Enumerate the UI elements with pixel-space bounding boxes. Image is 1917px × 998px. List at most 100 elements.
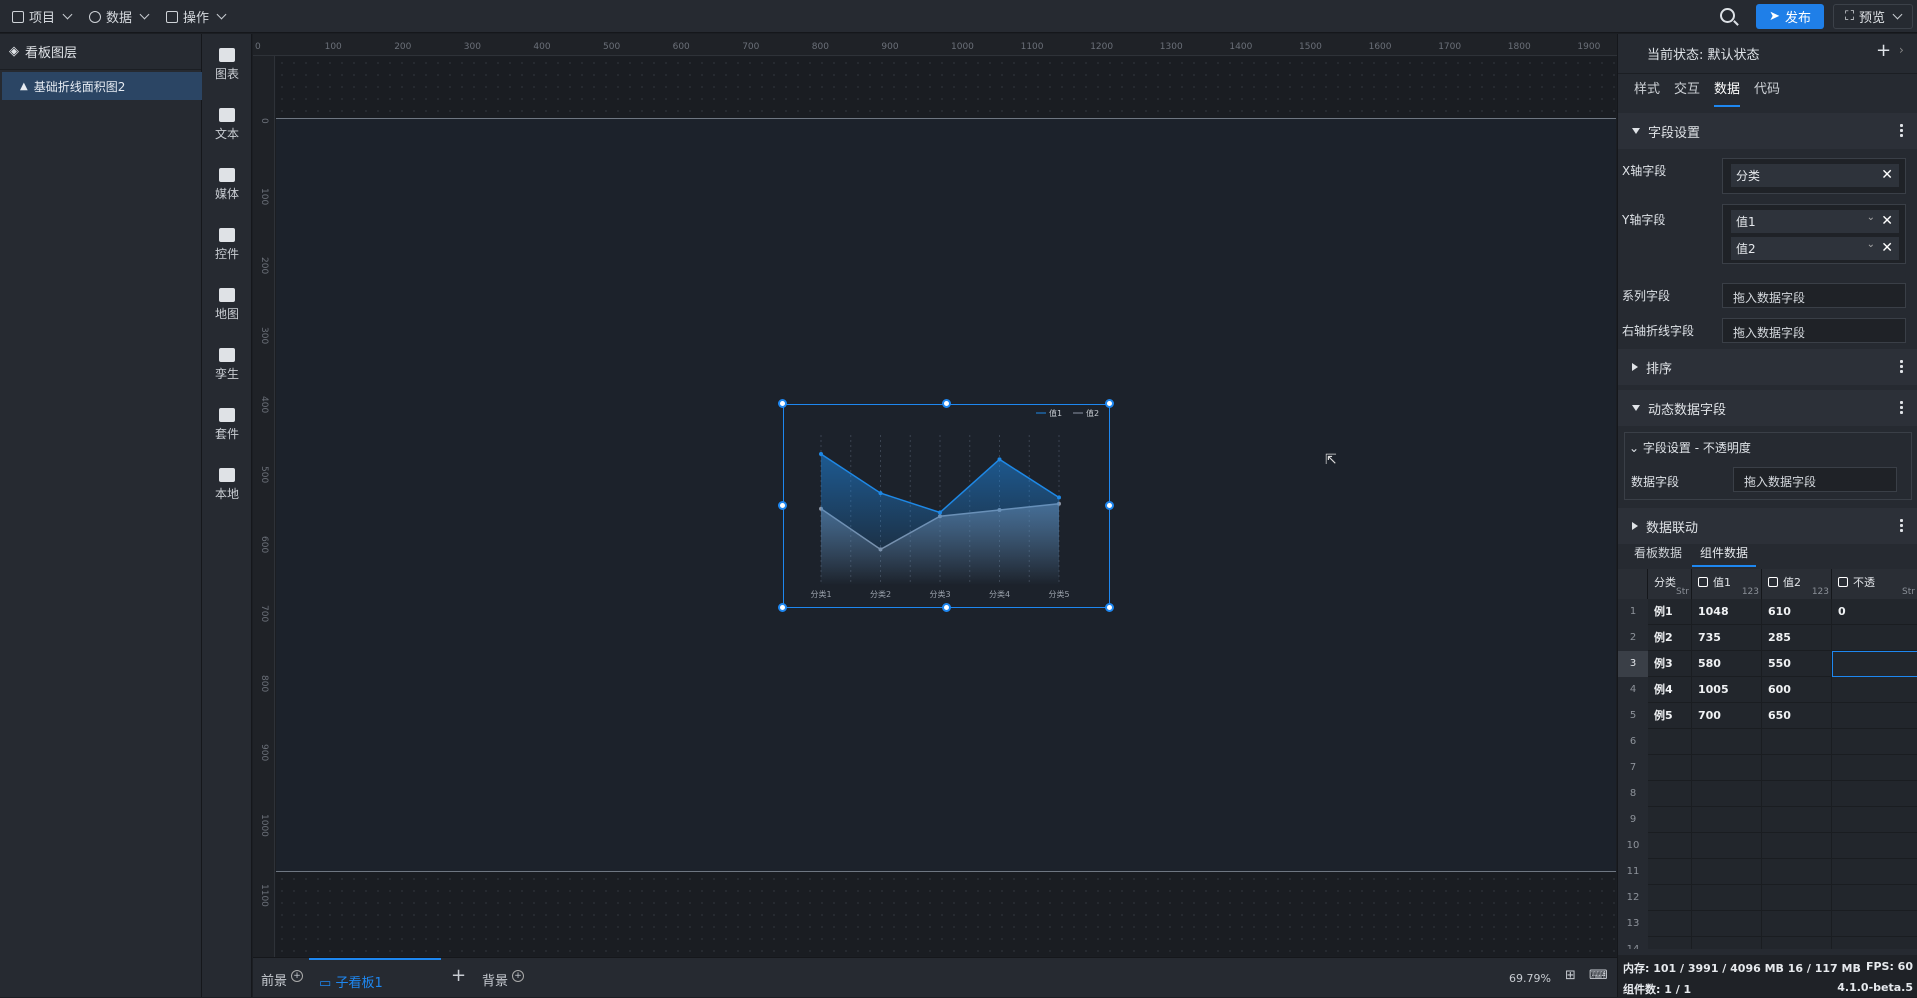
table-cell[interactable] [1648,755,1692,781]
y-field-chip[interactable]: 值2 ⌄ ✕ [1731,237,1899,260]
more-icon[interactable] [1900,400,1903,414]
table-cell[interactable] [1762,781,1832,807]
table-cell[interactable] [1762,807,1832,833]
table-cell[interactable]: 例3 [1648,651,1692,677]
tab-board-data[interactable]: 看板数据 [1634,544,1682,561]
table-cell[interactable]: 285 [1762,625,1832,651]
tab-interaction[interactable]: 交互 [1674,78,1700,107]
table-cell[interactable] [1762,911,1832,937]
table-cell[interactable] [1692,833,1762,859]
zoom-level[interactable]: 69.79% [1509,972,1551,985]
resize-handle[interactable] [942,399,951,408]
table-cell[interactable] [1762,859,1832,885]
table-cell[interactable] [1762,885,1832,911]
menu-operation[interactable]: 操作 [166,7,227,26]
resize-handle[interactable] [778,603,787,612]
table-cell[interactable]: 580 [1692,651,1762,677]
keyboard-icon[interactable]: ⌨ [1589,968,1608,983]
table-cell[interactable] [1762,833,1832,859]
table-cell[interactable]: 650 [1762,703,1832,729]
table-cell[interactable] [1832,859,1917,885]
resize-handle[interactable] [942,603,951,612]
table-cell[interactable]: 例4 [1648,677,1692,703]
add-board-button[interactable]: + [451,965,466,986]
field-settings-section[interactable]: 字段设置 [1618,113,1917,149]
table-cell[interactable]: 550 [1762,651,1832,677]
table-cell[interactable] [1692,911,1762,937]
table-cell[interactable]: 600 [1762,677,1832,703]
table-cell[interactable] [1832,781,1917,807]
checkbox[interactable] [1698,577,1708,587]
preview-button[interactable]: ⛶ 预览 [1833,4,1913,29]
data-point[interactable] [997,457,1002,462]
table-cell[interactable]: 735 [1692,625,1762,651]
table-cell[interactable]: 610 [1762,599,1832,625]
table-cell[interactable] [1692,729,1762,755]
table-cell[interactable] [1832,807,1917,833]
table-cell[interactable] [1648,781,1692,807]
table-cell[interactable] [1692,859,1762,885]
sort-section[interactable]: 排序 [1618,349,1917,385]
table-cell[interactable]: 700 [1692,703,1762,729]
menu-data[interactable]: 数据 [89,7,150,26]
table-cell[interactable] [1692,937,1762,949]
tool-media[interactable]: 媒体 [202,168,252,202]
resize-handle[interactable] [778,399,787,408]
grid-header[interactable]: 分类 Str [1648,569,1692,599]
close-icon[interactable]: ✕ [1881,167,1893,183]
table-cell[interactable] [1648,911,1692,937]
more-icon[interactable] [1900,123,1903,137]
table-cell[interactable] [1832,937,1917,949]
table-cell[interactable] [1692,781,1762,807]
checkbox[interactable] [1768,577,1778,587]
table-cell[interactable] [1648,807,1692,833]
chart-component[interactable]: 分类1 分类2 分类3 分类4 分类5 值1 值2 [783,404,1110,608]
resize-handle[interactable] [1105,399,1114,408]
table-cell[interactable] [1832,677,1917,703]
table-cell[interactable]: 例2 [1648,625,1692,651]
table-cell[interactable] [1762,755,1832,781]
tab-data[interactable]: 数据 [1714,78,1741,107]
chevron-right-icon[interactable]: › [1899,43,1904,57]
chevron-down-icon[interactable]: ⌄ [1867,239,1875,250]
data-linkage-section[interactable]: 数据联动 [1618,508,1917,544]
tool-text[interactable]: 文本 [202,108,252,142]
table-cell[interactable]: 1048 [1692,599,1762,625]
search-icon[interactable] [1720,8,1735,23]
grid-header[interactable]: 值2 123 [1762,569,1832,599]
table-cell[interactable] [1692,885,1762,911]
tool-local[interactable]: 本地 [202,468,252,502]
tab-sub-board[interactable]: ▭ 子看板1 [309,958,441,998]
right-axis-dropzone[interactable]: 拖入数据字段 [1722,318,1906,343]
tab-style[interactable]: 样式 [1634,78,1660,107]
data-point[interactable] [819,452,823,456]
tab-component-data[interactable]: 组件数据 [1692,544,1757,567]
table-cell[interactable] [1832,625,1917,651]
table-cell[interactable] [1832,755,1917,781]
table-cell[interactable] [1832,833,1917,859]
grid-header[interactable]: 不透 Str [1832,569,1917,599]
add-icon[interactable]: + [291,970,304,982]
x-field-chip[interactable]: 分类 ✕ [1731,164,1899,187]
table-cell[interactable] [1648,937,1692,949]
table-cell[interactable] [1648,885,1692,911]
tab-code[interactable]: 代码 [1754,78,1780,107]
tab-background[interactable]: 背景 + [482,970,525,989]
tool-kit[interactable]: 套件 [202,408,252,442]
table-cell[interactable]: 例1 [1648,599,1692,625]
close-icon[interactable]: ✕ [1881,213,1893,229]
layer-item[interactable]: ▲ 基础折线面积图2 [2,72,202,100]
table-cell[interactable] [1692,807,1762,833]
table-cell[interactable] [1832,703,1917,729]
table-cell[interactable]: 0 [1832,599,1917,625]
series-dropzone[interactable]: 拖入数据字段 [1722,283,1906,308]
resize-handle[interactable] [1105,603,1114,612]
table-cell[interactable] [1762,937,1832,949]
resize-handle[interactable] [778,501,787,510]
opacity-dropzone[interactable]: 拖入数据字段 [1733,467,1897,492]
more-icon[interactable] [1900,518,1903,532]
chevron-down-icon[interactable]: ⌄ [1867,212,1875,223]
table-cell[interactable]: 例5 [1648,703,1692,729]
opacity-group-title[interactable]: ⌄ 字段设置 - 不透明度 [1629,439,1751,456]
table-cell[interactable]: 1005 [1692,677,1762,703]
